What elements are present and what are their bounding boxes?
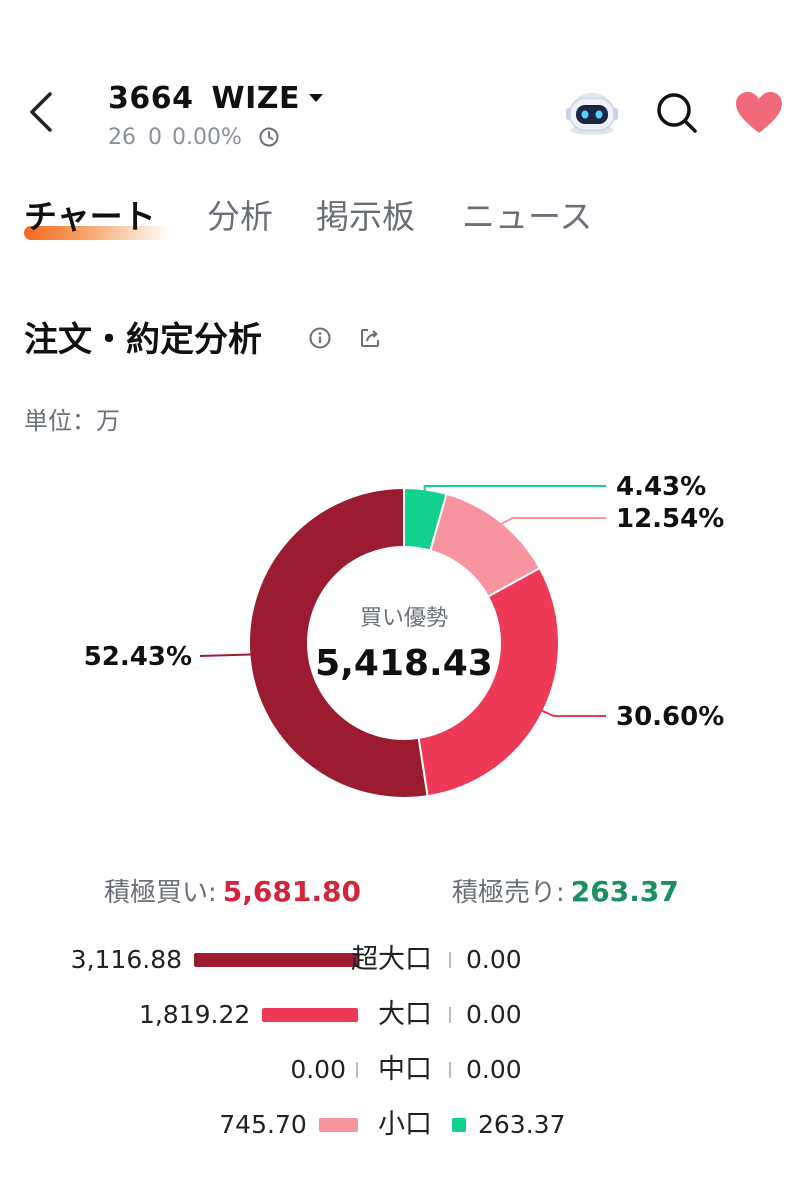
search-icon[interactable] <box>654 90 700 136</box>
sell-axis-tick <box>449 952 451 968</box>
donut-slice-label: 12.54% <box>616 504 724 534</box>
heart-icon[interactable] <box>734 90 784 136</box>
quote-change: 0 <box>148 124 162 150</box>
order-size-label: 中口 <box>378 1054 432 1085</box>
buy-amount: 0.00 <box>290 1055 346 1084</box>
buy-bar <box>194 953 358 967</box>
donut-slice-label: 4.43% <box>616 472 706 502</box>
donut-slice-label: 52.43% <box>84 642 192 672</box>
sell-bar <box>452 1118 466 1132</box>
buy-amount: 745.70 <box>219 1110 307 1139</box>
quote-change-percent: 0.00% <box>172 124 242 150</box>
tab-analysis[interactable]: 分析 <box>207 192 273 242</box>
ticker-name: WIZE <box>211 80 300 116</box>
breakdown-row-small: 745.70 小口 263.37 <box>0 1103 808 1147</box>
order-donut-chart: 4.43%12.54% 30.60% 52.43% 買い優勢 5,418.43 <box>84 472 724 799</box>
sell-axis-tick <box>449 1007 451 1023</box>
caret-down-icon <box>309 94 323 102</box>
buy-bar <box>318 1118 358 1132</box>
unit-label: 単位：万 <box>24 407 120 435</box>
sell-summary: 積極売り: 263.37 <box>452 872 679 912</box>
breakdown-row-super-large: 3,116.88 超大口 0.00 <box>0 938 808 982</box>
donut-leader-line <box>199 653 256 657</box>
donut-center-value: 5,418.43 <box>315 643 493 684</box>
sell-amount: 0.00 <box>466 945 522 974</box>
buy-bar <box>356 1062 358 1078</box>
donut-leader-line <box>496 517 606 528</box>
buy-summary: 積極買い: 5,681.80 <box>104 872 361 912</box>
tab-chart[interactable]: チャート <box>24 192 156 242</box>
buy-bar <box>262 1008 358 1022</box>
buy-summary-value: 5,681.80 <box>222 875 361 908</box>
ticker-selector[interactable]: 3664 WIZE <box>108 78 324 118</box>
section-title: 注文・約定分析 <box>24 320 262 360</box>
ticker-code: 3664 <box>108 80 194 116</box>
buy-summary-label: 積極買い: <box>104 878 217 908</box>
buy-amount: 1,819.22 <box>138 1000 251 1029</box>
tab-board[interactable]: 掲示板 <box>316 192 415 242</box>
sell-amount: 263.37 <box>478 1110 566 1139</box>
back-icon[interactable] <box>22 88 62 136</box>
robot-assistant-icon[interactable] <box>562 86 622 138</box>
sell-axis-tick <box>449 1062 451 1078</box>
breakdown-row-medium: 0.00 中口 0.00 <box>0 1048 808 1092</box>
order-size-label: 小口 <box>378 1109 432 1140</box>
sell-summary-label: 積極売り: <box>452 878 565 908</box>
donut-center-label: 買い優勢 <box>360 606 448 631</box>
tab-news[interactable]: ニュース <box>462 192 592 242</box>
donut-leader-line <box>537 707 606 717</box>
sell-amount: 0.00 <box>466 1055 522 1084</box>
buy-amount: 3,116.88 <box>70 945 182 974</box>
order-size-label: 超大口 <box>351 944 432 975</box>
quote-row: 26 0 0.00% <box>108 122 280 152</box>
quote-price: 26 <box>108 124 136 150</box>
donut-slice-label: 30.60% <box>616 702 724 732</box>
donut-leader-line <box>423 485 606 496</box>
clock-icon[interactable] <box>258 126 280 148</box>
share-icon[interactable] <box>358 326 382 350</box>
sell-summary-value: 263.37 <box>570 875 679 908</box>
info-icon[interactable] <box>308 326 332 350</box>
sell-amount: 0.00 <box>466 1000 522 1029</box>
breakdown-row-large: 1,819.22 大口 0.00 <box>0 993 808 1037</box>
order-size-label: 大口 <box>378 999 432 1030</box>
